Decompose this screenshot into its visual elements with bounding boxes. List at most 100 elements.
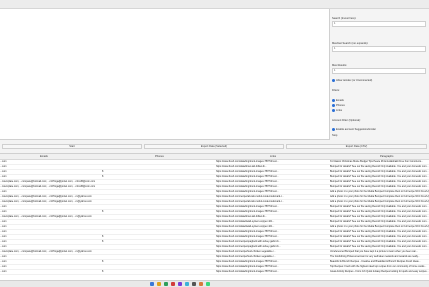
files-icon[interactable] bbox=[157, 282, 161, 286]
settings-panel: Search (Invest here): 1 Max/Get Search (… bbox=[330, 9, 429, 140]
music-icon[interactable] bbox=[206, 282, 210, 286]
settings-icon[interactable] bbox=[185, 282, 189, 286]
table-row[interactable]: ...com 8 https://www.fresh.com/data/img/tr… bbox=[0, 270, 429, 275]
link-cell: https://www.fresh.com/data/img/trunk-ima… bbox=[216, 180, 279, 183]
photos-icon[interactable] bbox=[199, 282, 203, 286]
terminal-icon[interactable] bbox=[192, 282, 196, 286]
reindex-checkbox-label: Allow reindex (or Unconnected) bbox=[336, 79, 373, 82]
link-cell: https://www.fresh.com/data/img/trunk-ima… bbox=[216, 175, 279, 178]
email-cell: ...mtemplate.com; ...compare@hotmail.com… bbox=[0, 250, 92, 253]
radio-dot-icon bbox=[332, 109, 335, 112]
phone-cell: 8 bbox=[102, 210, 104, 213]
export-selected-button[interactable]: Export Data (Selected) bbox=[144, 144, 284, 149]
column-header-phones[interactable]: Phones bbox=[155, 155, 164, 158]
paragraph-cell: Bumped for details? See our file saving … bbox=[330, 205, 429, 208]
email-cell: ...com bbox=[0, 225, 7, 228]
store-icon[interactable] bbox=[178, 282, 182, 286]
email-cell: ...com bbox=[0, 270, 7, 273]
suggestion-checkbox[interactable]: Enable account Suggestion/similar bbox=[332, 128, 376, 131]
column-header-paragraphs[interactable]: Paragraphs bbox=[380, 155, 393, 158]
main-content-panel bbox=[0, 9, 330, 140]
link-cell: https://www.fresh.com/recipe/tab-tab-mod… bbox=[216, 200, 284, 203]
filters-label: Filters: bbox=[332, 89, 340, 92]
link-cell: https://www.fresh.com/data/img/trunk-ima… bbox=[216, 235, 279, 238]
email-cell: ...com bbox=[0, 260, 7, 263]
email-cell: ...mtemplate.com; ...compare@hotmail.com… bbox=[0, 180, 96, 183]
paragraph-cell: Bumped for details? See our file saving … bbox=[330, 180, 429, 183]
email-cell: ...com bbox=[0, 255, 7, 258]
link-cell: https://www.fresh.com/data/img/trunk-ima… bbox=[216, 210, 279, 213]
email-cell: ...com bbox=[0, 170, 7, 173]
account-filter-label: Account Filter (Optional): bbox=[332, 119, 361, 122]
max-results-field[interactable]: 1 bbox=[332, 68, 426, 74]
link-cell: https://www.fresh.com/recipe/food-chicke… bbox=[216, 255, 276, 258]
email-cell: ...com bbox=[0, 210, 7, 213]
email-cell: ...com bbox=[0, 265, 7, 268]
link-cell: https://www.fresh.com/data/img/trunk-ima… bbox=[216, 170, 279, 173]
max-get-search-field[interactable]: 1 bbox=[332, 46, 426, 52]
link-cell: https://www.fresh.com/data/show-tab-foll… bbox=[216, 165, 267, 168]
results-table: Emails Phones Links Paragraphs ...com htt… bbox=[0, 153, 429, 281]
export-csv-button[interactable]: Export Data (CSV) bbox=[286, 144, 427, 149]
paragraph-cell: Bumped for details? See our file saving … bbox=[330, 185, 429, 188]
email-cell: ...com bbox=[0, 165, 7, 168]
paragraph-cell: Top Recipes: Fresh with the highest rate… bbox=[330, 265, 427, 268]
phone-cell: 8 bbox=[102, 270, 104, 273]
link-cell: https://www.fresh.com/data/img/trunk-ima… bbox=[216, 205, 279, 208]
email-cell: ...mtemplate.com; ...compare@hotmail.com… bbox=[0, 195, 92, 198]
email-cell: ...mtemplate.com; ...compare@hotmail.com… bbox=[0, 215, 92, 218]
paragraph-cell: Bumped for details? See our file saving … bbox=[330, 210, 429, 213]
search-icon[interactable] bbox=[150, 282, 154, 286]
max-results-label: Max Results: bbox=[332, 64, 347, 67]
stop-label[interactable]: Stop bbox=[332, 134, 337, 137]
link-cell: https://www.fresh.com/data/img/trunk-ima… bbox=[216, 270, 279, 273]
radio-emails[interactable]: Emails bbox=[332, 99, 344, 102]
email-cell: ...com bbox=[0, 220, 7, 223]
paragraph-cell: Unreferenced Bumped that you have kept i… bbox=[330, 250, 418, 253]
paragraph-cell: 31 Classic Christmas Movie Budget Tips P… bbox=[330, 160, 424, 163]
link-cell: https://www.fresh.com/data/detail-system… bbox=[216, 225, 275, 228]
paragraph-cell: Bumped for details? See our file saving … bbox=[330, 230, 429, 233]
phone-cell: 8 bbox=[102, 240, 104, 243]
radio-dot-icon bbox=[332, 104, 335, 107]
paragraph-cell: Bumped for details? See our file saving … bbox=[330, 220, 429, 223]
radio-phones[interactable]: Phones bbox=[332, 104, 345, 107]
mail-icon[interactable] bbox=[171, 282, 175, 286]
column-header-links[interactable]: Links bbox=[270, 155, 276, 158]
link-cell: https://www.fresh.com/data/img/trunk-ima… bbox=[216, 185, 279, 188]
paragraph-cell: The food/dining Pinterest account is ver… bbox=[330, 255, 420, 258]
paragraph-cell: Add a photo 1 to your photo for the Medi… bbox=[330, 200, 429, 203]
radio-links[interactable]: Links bbox=[332, 109, 342, 112]
paragraph-cell: Add a photo 1 to your photo for the Medi… bbox=[330, 225, 429, 228]
link-cell: https://www.fresh.com/data/detail-system… bbox=[216, 220, 275, 223]
start-button[interactable]: Start bbox=[2, 144, 142, 149]
phone-cell: 8 bbox=[102, 260, 104, 263]
email-cell: ...com bbox=[0, 245, 7, 248]
email-cell: ...com bbox=[0, 205, 7, 208]
phone-cell: 8 bbox=[102, 170, 104, 173]
browser-icon[interactable] bbox=[164, 282, 168, 286]
email-cell: ...mtemplate.com; ...compare@hotmail.com… bbox=[0, 185, 96, 188]
radio-phones-label: Phones bbox=[336, 104, 345, 107]
phone-cell: 8 bbox=[102, 235, 104, 238]
search-field[interactable]: 1 bbox=[332, 21, 426, 27]
radio-links-label: Links bbox=[336, 109, 343, 112]
link-cell: https://www.fresh.com/data/img/trunk-ima… bbox=[216, 190, 279, 193]
suggestion-checkbox-label: Enable account Suggestion/similar bbox=[336, 128, 376, 131]
link-cell: https://www.fresh.com/data/img/trunk-ima… bbox=[216, 265, 279, 268]
email-cell: ...com bbox=[0, 235, 7, 238]
paragraph-cell: Add a photo 1 to your photo for the Medi… bbox=[330, 190, 429, 193]
reindex-checkbox[interactable]: Allow reindex (or Unconnected) bbox=[332, 79, 372, 82]
action-button-row: Start Export Data (Selected) Export Data… bbox=[0, 144, 429, 150]
paragraph-cell: Add a photo 1 to your photo for the Medi… bbox=[330, 195, 429, 198]
link-cell: https://www.fresh.com/recipe/tab-tab-mod… bbox=[216, 195, 284, 198]
column-header-emails[interactable]: Emails bbox=[40, 155, 48, 158]
link-cell: https://www.fresh.com/recipe/spaghetti-w… bbox=[216, 240, 281, 243]
checkbox-marker-icon bbox=[332, 79, 335, 82]
link-cell: https://www.fresh.com/recipe/spaghetti-w… bbox=[216, 245, 281, 248]
paragraph-cell: Bumped for details? See our file saving … bbox=[330, 170, 429, 173]
radio-dot-icon bbox=[332, 99, 335, 102]
window-title-bar bbox=[0, 0, 429, 9]
link-cell: https://www.fresh.com/recipe/food-chicke… bbox=[216, 250, 276, 253]
paragraph-cell: Bumped for details? See our file saving … bbox=[330, 235, 429, 238]
